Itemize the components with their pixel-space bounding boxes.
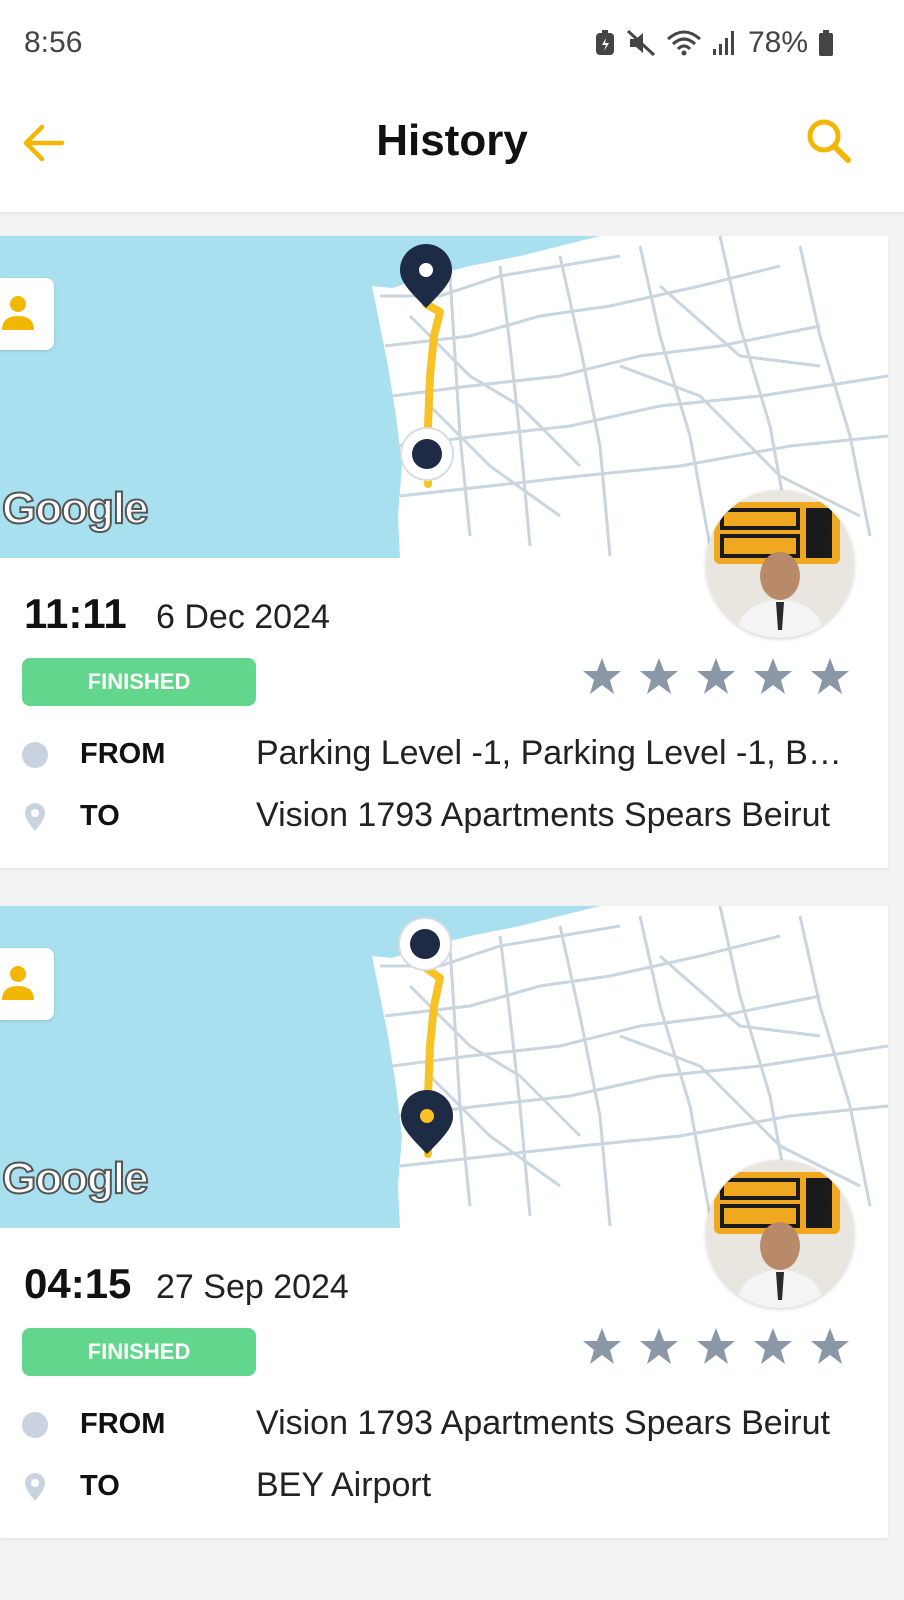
- star-icon: [811, 1328, 849, 1364]
- star-icon: [754, 1328, 792, 1364]
- location-pin-icon: [25, 1473, 45, 1501]
- from-address: Parking Level -1, Parking Level -1, BEY …: [256, 734, 864, 772]
- status-bar: 8:56 78%: [0, 0, 904, 90]
- wifi-icon: [666, 30, 701, 56]
- battery-icon: [819, 30, 833, 56]
- google-logo: Google: [1, 1153, 150, 1204]
- search-button[interactable]: [802, 114, 856, 168]
- route-from: FROM Parking Level -1, Parking Level -1,…: [0, 730, 888, 780]
- battery-saver-icon: [595, 30, 614, 55]
- signal-icon: [712, 31, 734, 55]
- star-icon: [583, 1328, 621, 1364]
- status-icons: 78%: [594, 26, 834, 60]
- trip-card[interactable]: Google 04:15 27 Sep 2024 FINISHED FROM V…: [0, 906, 888, 1538]
- status-badge: FINISHED: [22, 658, 256, 706]
- origin-dot-icon: [398, 917, 452, 971]
- star-icon: [754, 658, 792, 694]
- trip-date: 27 Sep 2024: [156, 1268, 349, 1306]
- app-bar: History: [0, 90, 904, 212]
- route-from: FROM Vision 1793 Apartments Spears Beiru…: [0, 1400, 888, 1450]
- origin-dot-icon: [400, 427, 454, 481]
- to-address: BEY Airport: [256, 1466, 432, 1504]
- route-to: TO BEY Airport: [0, 1462, 888, 1512]
- rating-stars: [582, 1326, 850, 1366]
- star-icon: [697, 658, 735, 694]
- to-address: Vision 1793 Apartments Spears Beirut: [256, 796, 830, 834]
- trip-time: 04:15: [24, 1260, 132, 1307]
- location-pin-icon: [25, 803, 45, 831]
- star-icon: [583, 658, 621, 694]
- origin-dot-icon: [22, 1412, 48, 1438]
- rating-stars: [582, 656, 850, 696]
- google-logo: Google: [1, 483, 150, 534]
- driver-avatar: [706, 1160, 854, 1308]
- star-icon: [697, 1328, 735, 1364]
- star-icon: [811, 658, 849, 694]
- user-location-button[interactable]: [0, 948, 54, 1020]
- person-icon: [2, 296, 34, 330]
- trip-card[interactable]: Google 11:11 6 Dec 2024 FINISHED FROM Pa…: [0, 236, 888, 868]
- trip-time: 11:11: [24, 590, 127, 637]
- mute-icon: [626, 29, 655, 57]
- to-label: TO: [80, 1470, 120, 1502]
- from-label: FROM: [80, 1408, 166, 1440]
- trip-date: 6 Dec 2024: [156, 598, 330, 636]
- battery-percent: 78%: [747, 26, 808, 59]
- from-label: FROM: [80, 738, 166, 770]
- star-icon: [640, 658, 678, 694]
- person-icon: [2, 966, 34, 1000]
- user-location-button[interactable]: [0, 278, 54, 350]
- star-icon: [640, 1328, 678, 1364]
- status-time: 8:56: [24, 26, 83, 59]
- origin-dot-icon: [22, 742, 48, 768]
- route-to: TO Vision 1793 Apartments Spears Beirut: [0, 792, 888, 842]
- search-icon: [807, 119, 851, 163]
- status-badge: FINISHED: [22, 1328, 256, 1376]
- to-label: TO: [80, 800, 120, 832]
- from-address: Vision 1793 Apartments Spears Beirut: [256, 1404, 830, 1442]
- page-title: History: [376, 116, 528, 165]
- driver-avatar: [706, 490, 854, 638]
